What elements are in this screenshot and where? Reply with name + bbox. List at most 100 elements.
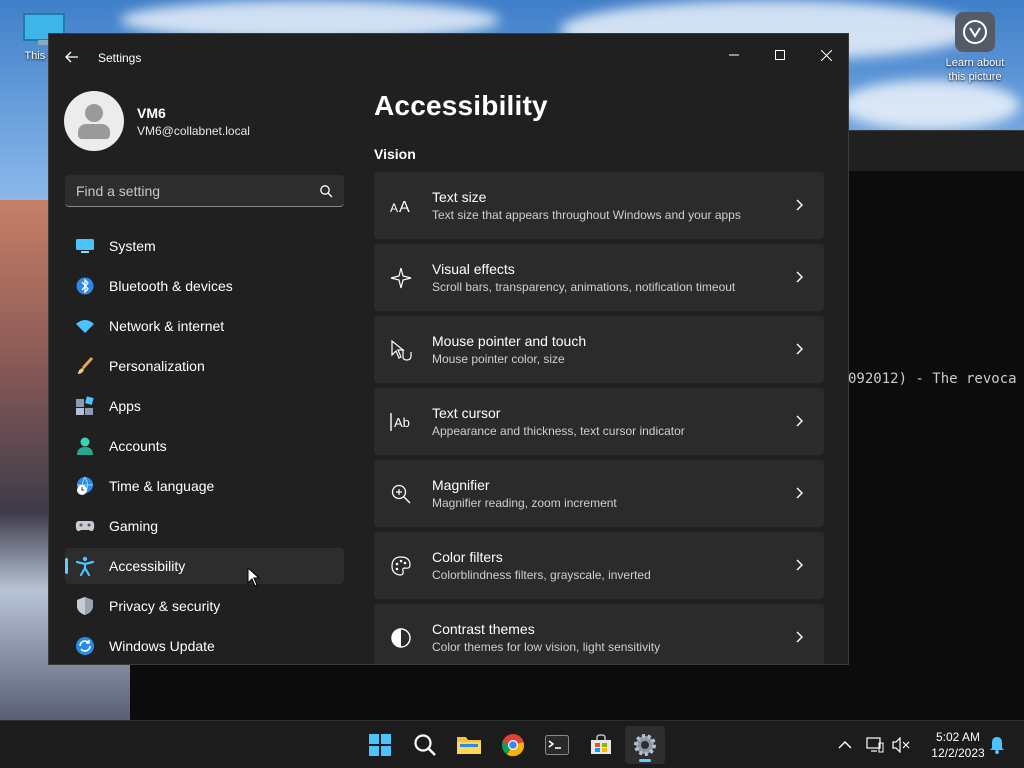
sidebar-item-label: Privacy & security <box>109 598 221 614</box>
search-icon <box>320 184 333 197</box>
tray-overflow-button[interactable] <box>834 721 856 768</box>
avatar <box>64 91 124 151</box>
taskbar-settings[interactable] <box>625 726 665 764</box>
sidebar-item-label: Time & language <box>109 478 215 494</box>
card-title: Text size <box>432 189 487 205</box>
chevron-right-icon <box>796 559 803 571</box>
chevron-up-icon <box>838 741 852 749</box>
taskbar-file-explorer[interactable] <box>449 726 489 764</box>
desktop-icon-label: Learn about this picture <box>945 57 1005 83</box>
card-color-filters[interactable]: Color filters Colorblindness filters, gr… <box>374 532 824 599</box>
chevron-right-icon <box>796 199 803 211</box>
accessibility-icon <box>75 556 95 576</box>
terminal-icon <box>545 735 569 755</box>
mouse-cursor-icon <box>247 567 261 587</box>
system-icon <box>75 236 95 256</box>
page-title: Accessibility <box>374 90 548 121</box>
accounts-icon <box>75 436 95 456</box>
chevron-right-icon <box>796 631 803 643</box>
svg-text:Ab: Ab <box>394 415 410 430</box>
card-subtitle: Appearance and thickness, text cursor in… <box>432 424 685 438</box>
volume-muted-icon <box>892 737 910 753</box>
card-title: Magnifier <box>432 477 490 493</box>
section-title: Vision <box>374 146 416 162</box>
taskbar-terminal[interactable] <box>537 726 577 764</box>
taskbar-store[interactable] <box>581 726 621 764</box>
card-contrast-themes[interactable]: Contrast themes Color themes for low vis… <box>374 604 824 664</box>
back-button[interactable] <box>61 46 83 68</box>
chrome-icon <box>501 734 525 757</box>
sidebar-item-label: Network & internet <box>109 318 225 334</box>
card-subtitle: Magnifier reading, zoom increment <box>432 496 617 510</box>
chevron-right-icon <box>796 487 803 499</box>
taskbar-chrome[interactable] <box>493 726 533 764</box>
svg-text:A: A <box>399 199 410 214</box>
sidebar-item-label: Accessibility <box>109 558 186 574</box>
search-placeholder: Find a setting <box>76 182 161 199</box>
sidebar-item-label: Accounts <box>109 438 167 454</box>
user-profile[interactable]: VM6 VM6@collabnet.local <box>64 90 250 152</box>
card-subtitle: Text size that appears throughout Window… <box>432 208 741 222</box>
sidebar-item-label: System <box>109 238 156 254</box>
card-visual-effects[interactable]: Visual effects Scroll bars, transparency… <box>374 244 824 311</box>
card-title: Mouse pointer and touch <box>432 333 587 349</box>
sidebar-item-apps[interactable]: Apps <box>65 388 344 424</box>
contrast-icon <box>390 627 412 649</box>
close-button[interactable] <box>803 40 848 70</box>
chevron-right-icon <box>796 415 803 427</box>
card-magnifier[interactable]: Magnifier Magnifier reading, zoom increm… <box>374 460 824 527</box>
close-icon <box>820 49 832 61</box>
sidebar-item-bluetooth[interactable]: Bluetooth & devices <box>65 268 344 304</box>
taskbar: 5:02 AM 12/2/2023 <box>0 720 1024 768</box>
card-title: Visual effects <box>432 261 515 277</box>
sidebar-item-label: Gaming <box>109 518 159 534</box>
start-icon <box>369 734 391 756</box>
palette-icon <box>390 555 412 577</box>
pointer-touch-icon <box>390 339 412 361</box>
file-explorer-icon <box>457 737 481 754</box>
network-icon <box>866 737 884 753</box>
card-text-size[interactable]: AA Text size Text size that appears thro… <box>374 172 824 239</box>
minimize-button[interactable] <box>711 40 757 70</box>
card-subtitle: Mouse pointer color, size <box>432 352 565 366</box>
card-text-cursor[interactable]: Ab Text cursor Appearance and thickness,… <box>374 388 824 455</box>
camera-icon <box>955 12 995 52</box>
sidebar-item-network[interactable]: Network & internet <box>65 308 344 344</box>
bluetooth-icon <box>75 276 95 296</box>
sidebar-item-personalization[interactable]: Personalization <box>65 348 344 384</box>
shield-icon <box>75 596 95 616</box>
sidebar-item-privacy[interactable]: Privacy & security <box>65 588 344 624</box>
app-title: Settings <box>98 51 142 65</box>
update-icon <box>75 636 95 656</box>
notifications-button[interactable] <box>986 721 1008 768</box>
back-arrow-icon <box>65 51 78 63</box>
maximize-icon <box>775 50 785 60</box>
magnifier-icon <box>390 483 412 505</box>
desktop-icon-learn-about-picture[interactable]: Learn about this picture <box>936 12 1014 84</box>
card-title: Color filters <box>432 549 503 565</box>
sidebar-item-accessibility[interactable]: Accessibility <box>65 548 344 584</box>
search-icon <box>414 734 436 756</box>
sidebar-item-time-language[interactable]: Time & language <box>65 468 344 504</box>
card-mouse-pointer-touch[interactable]: Mouse pointer and touch Mouse pointer co… <box>374 316 824 383</box>
settings-icon <box>634 734 656 756</box>
text-cursor-icon: Ab <box>390 411 412 433</box>
bell-icon <box>990 737 1004 754</box>
svg-text:A: A <box>390 201 398 214</box>
sidebar-item-system[interactable]: System <box>65 228 344 264</box>
maximize-button[interactable] <box>757 40 803 70</box>
sidebar-item-gaming[interactable]: Gaming <box>65 508 344 544</box>
settings-window[interactable]: Settings VM6 VM6@collabnet.local Find a … <box>48 33 849 665</box>
minimize-icon <box>729 54 739 56</box>
taskbar-start-button[interactable] <box>360 726 400 764</box>
chevron-right-icon <box>796 271 803 283</box>
sidebar-item-accounts[interactable]: Accounts <box>65 428 344 464</box>
card-subtitle: Scroll bars, transparency, animations, n… <box>432 280 736 294</box>
search-input[interactable]: Find a setting <box>65 175 344 207</box>
tray-network-button[interactable] <box>864 721 886 768</box>
title-bar[interactable]: Settings <box>49 34 848 82</box>
globe-clock-icon <box>75 476 95 496</box>
taskbar-search-button[interactable] <box>405 726 445 764</box>
tray-volume-button[interactable] <box>890 721 912 768</box>
sidebar-item-windows-update[interactable]: Windows Update <box>65 628 344 664</box>
